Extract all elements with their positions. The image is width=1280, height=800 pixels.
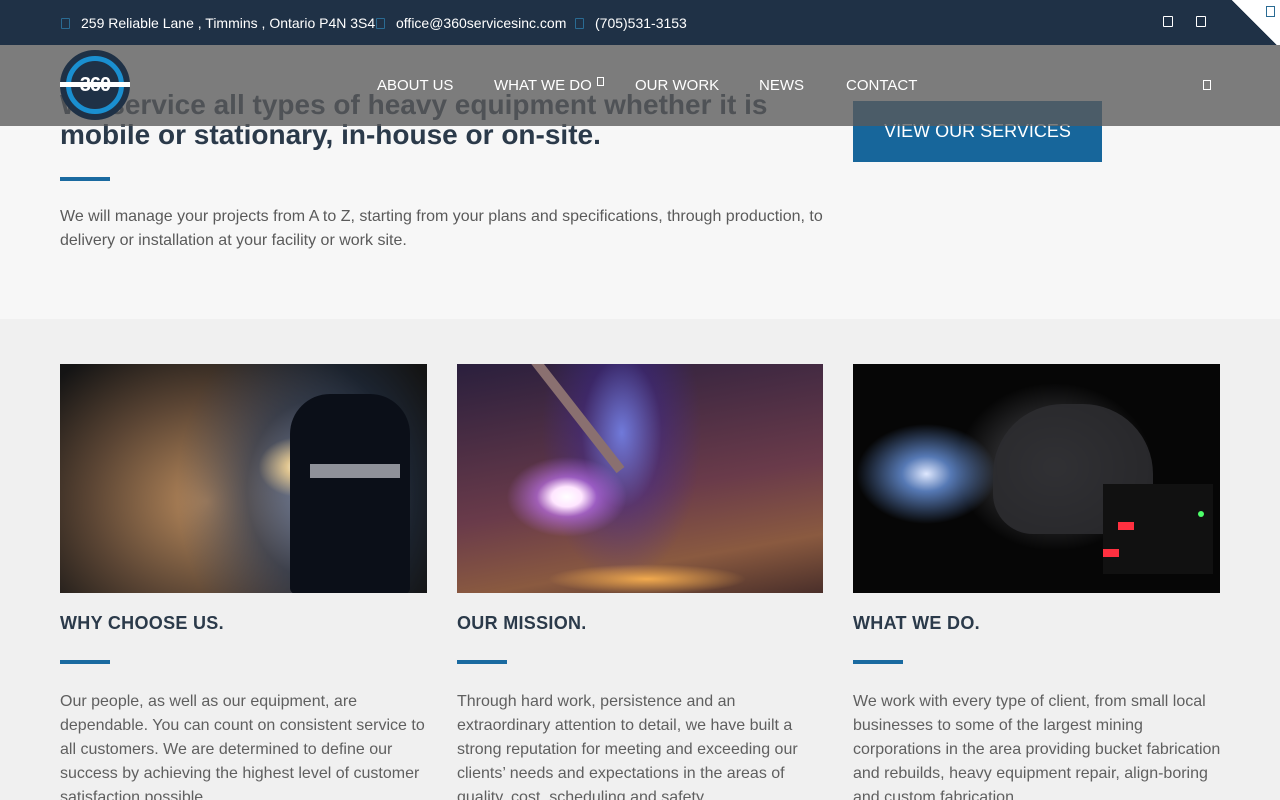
card-body: We work with every type of client, from … <box>853 693 1221 800</box>
linkedin-icon[interactable] <box>1196 16 1206 27</box>
hero-divider <box>60 177 110 181</box>
card-heading: OUR MISSION. <box>457 613 587 633</box>
address-text: 259 Reliable Lane , Timmins , Ontario P4… <box>81 15 376 31</box>
top-info-bar: 259 Reliable Lane , Timmins , Ontario P4… <box>0 0 1280 45</box>
nav-what-we-do-label: WHAT WE DO <box>494 77 592 94</box>
map-marker-icon <box>61 17 70 29</box>
indicator-light <box>1103 549 1119 557</box>
card-divider <box>853 660 903 664</box>
facebook-icon[interactable] <box>1163 16 1173 27</box>
card-body: Through hard work, persistence and an ex… <box>457 693 798 800</box>
reflective-stripe <box>310 464 400 478</box>
nav-contact[interactable]: CONTACT <box>846 77 917 94</box>
welder-with-machine-image <box>853 364 1220 593</box>
email-info[interactable]: office@360servicesinc.com <box>376 15 566 31</box>
page-corner-toggle[interactable] <box>1228 0 1280 45</box>
indicator-light <box>1198 511 1204 517</box>
card-divider <box>457 660 507 664</box>
search-icon[interactable] <box>1203 80 1211 90</box>
welding-rod <box>518 364 625 474</box>
welding-arc-image <box>457 364 823 593</box>
dropdown-caret-icon <box>596 77 604 86</box>
card-divider <box>60 660 110 664</box>
envelope-icon <box>376 17 385 29</box>
nav-news[interactable]: NEWS <box>759 77 804 94</box>
logo-text: 360 <box>79 73 111 96</box>
card-what-we-do: WHAT WE DO. We work with every type of c… <box>853 364 1220 800</box>
company-logo[interactable]: 360 <box>60 50 130 120</box>
hero-description: We will manage your projects from A to Z… <box>60 208 823 249</box>
nav-what-we-do[interactable]: WHAT WE DO <box>494 77 604 94</box>
card-heading: WHAT WE DO. <box>853 613 980 633</box>
phone-link[interactable]: (705)531-3153 <box>595 15 687 31</box>
card-heading: WHY CHOOSE US. <box>60 613 224 633</box>
indicator-light <box>1118 522 1134 530</box>
corner-icon <box>1266 6 1275 17</box>
email-link[interactable]: office@360servicesinc.com <box>396 15 566 31</box>
phone-info[interactable]: (705)531-3153 <box>575 15 687 31</box>
card-body: Our people, as well as our equipment, ar… <box>60 693 425 800</box>
phone-icon <box>575 17 584 29</box>
main-navbar: 360 ABOUT US WHAT WE DO OUR WORK NEWS CO… <box>0 45 1280 126</box>
welder-in-pipe-image <box>60 364 427 593</box>
address-info: 259 Reliable Lane , Timmins , Ontario P4… <box>61 15 375 31</box>
welder-silhouette <box>290 394 410 593</box>
nav-about-us[interactable]: ABOUT US <box>377 77 453 94</box>
nav-our-work[interactable]: OUR WORK <box>635 77 719 94</box>
card-why-choose-us: WHY CHOOSE US. Our people, as well as ou… <box>60 364 427 800</box>
card-our-mission: OUR MISSION. Through hard work, persiste… <box>457 364 823 800</box>
weld-glow <box>547 564 747 593</box>
